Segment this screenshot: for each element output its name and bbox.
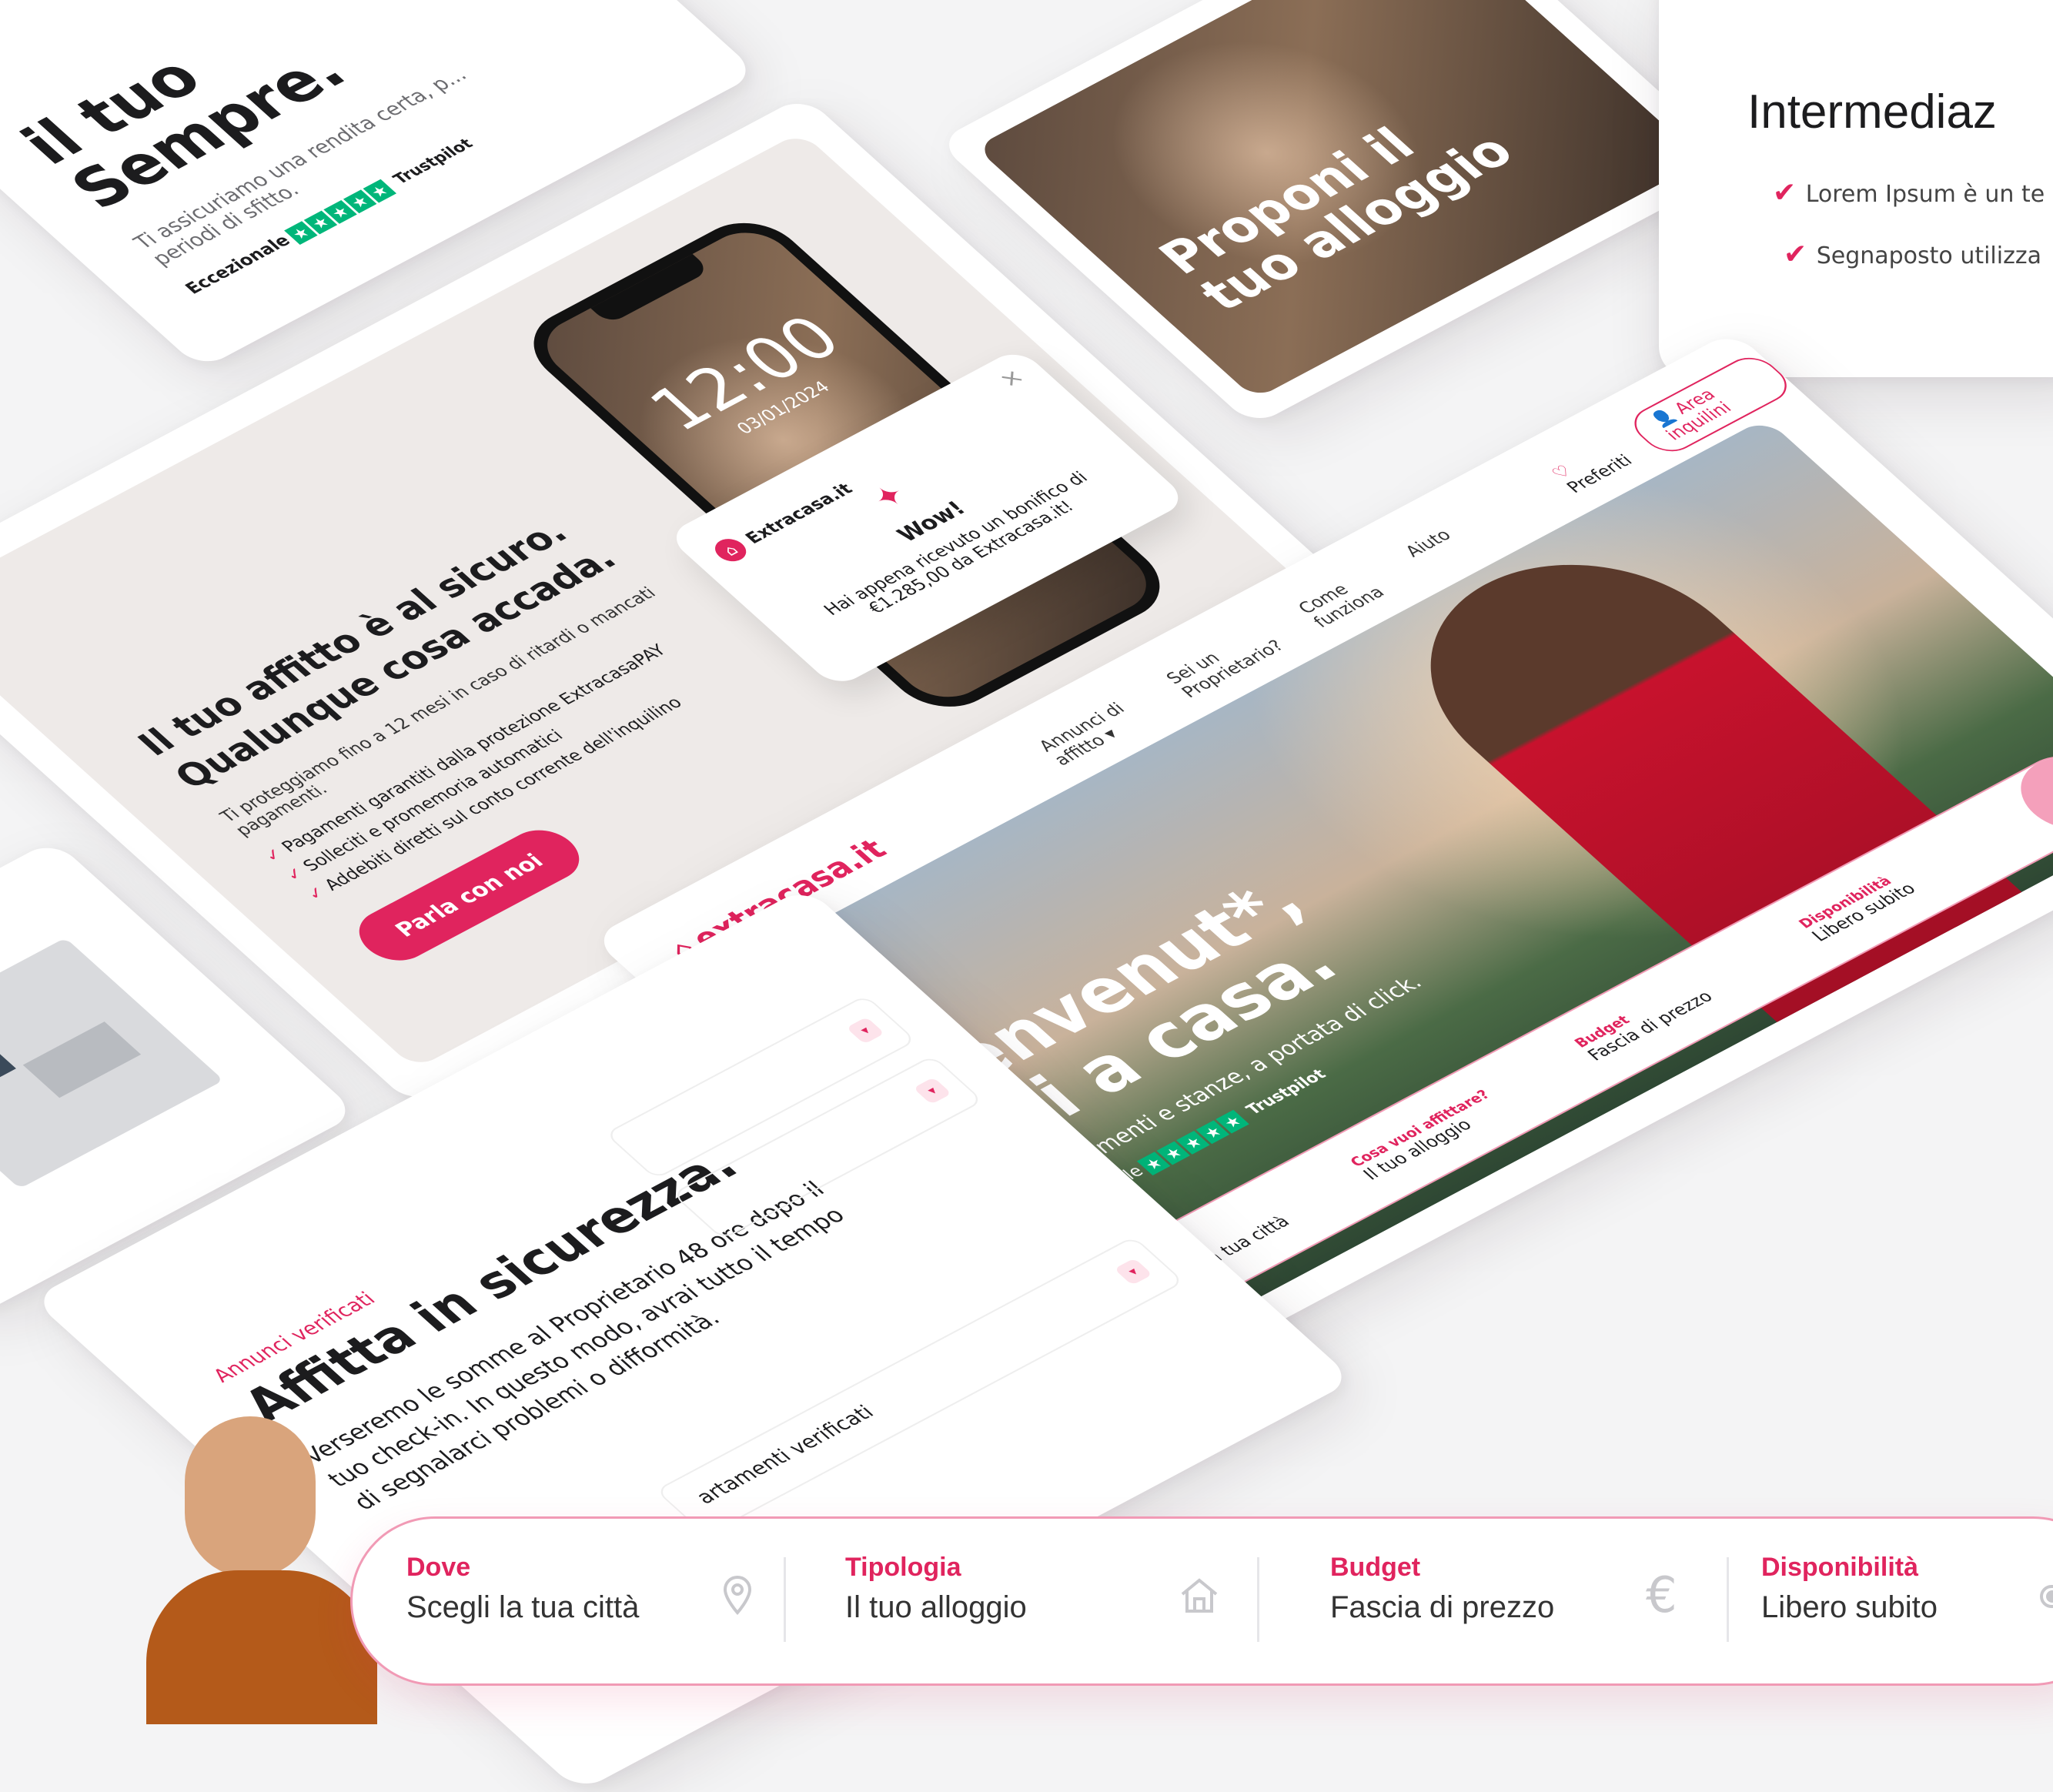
hero-search-label: Cosa vuoi affittare? — [1346, 1087, 1494, 1170]
search-segment-budget[interactable]: Budget Fascia di prezzo — [1330, 1553, 1554, 1625]
notification-app-name: Extracasa.it — [741, 480, 858, 547]
search-divider — [1727, 1557, 1729, 1642]
house-icon — [1176, 1573, 1222, 1619]
sweater — [146, 1570, 377, 1724]
search-divider — [1257, 1557, 1259, 1642]
search-budget-value: Fascia di prezzo — [1330, 1590, 1555, 1624]
hero-search-value: Il tuo alloggio — [1359, 1115, 1476, 1184]
face — [185, 1416, 316, 1578]
search-segment-availability[interactable]: Disponibilità Libero subito — [1761, 1553, 1938, 1625]
check-icon: ✔ — [1773, 177, 1806, 209]
intermediation-item: ✔ Segnaposto utilizza — [1784, 239, 2041, 270]
card-intermediation: Intermediaz ✔ Lorem Ipsum è un te ✔ Segn… — [1659, 0, 2053, 377]
chevron-down-icon: ▾ — [913, 1077, 952, 1105]
search-type-value: Il tuo alloggio — [845, 1590, 1027, 1624]
search-availability-value: Libero subito — [1761, 1590, 1938, 1624]
search-bar: Dove Scegli la tua città Tipologia Il tu… — [350, 1516, 2053, 1686]
chevron-down-icon: ▾ — [846, 1017, 885, 1045]
map-illustration — [0, 938, 224, 1189]
check-icon: ✔ — [1784, 239, 1817, 270]
search-type-label: Tipologia — [845, 1553, 961, 1582]
euro-icon: € — [1646, 1567, 1677, 1624]
notification-close-button[interactable]: × — [992, 364, 1031, 393]
nav-help[interactable]: Aiuto — [1402, 527, 1471, 574]
party-icon: ✦ — [864, 478, 915, 516]
search-segment-where[interactable]: Dove Scegli la tua città — [406, 1553, 639, 1625]
search-where-value: Scegli la tua città — [406, 1590, 640, 1624]
search-budget-label: Budget — [1330, 1553, 1421, 1582]
propose-photo: Proponi il tuo alloggio — [975, 0, 1704, 400]
chevron-down-icon: ▾ — [1114, 1258, 1153, 1285]
intermediation-item-label: Lorem Ipsum è un te — [1805, 181, 2045, 208]
toggle-icon[interactable] — [2038, 1573, 2053, 1619]
location-pin-icon — [714, 1573, 761, 1619]
propose-title: Proponi il tuo alloggio — [1147, 119, 1526, 322]
search-segment-type[interactable]: Tipologia Il tuo alloggio — [845, 1553, 1027, 1625]
intermediation-item-label: Segnaposto utilizza — [1816, 242, 2041, 269]
hero-search-type[interactable]: Cosa vuoi affittare? Il tuo alloggio — [1346, 1039, 1600, 1184]
search-availability-label: Disponibilità — [1761, 1553, 1918, 1582]
phone-notch — [590, 253, 711, 325]
extracasa-logo-icon: ⌂ — [708, 534, 753, 566]
intermediation-title: Intermediaz — [1747, 85, 1997, 139]
search-divider — [784, 1557, 786, 1642]
favorites-link[interactable]: ♡ Preferiti — [1548, 436, 1640, 496]
accordion-label: artamenti verificati — [691, 1401, 880, 1509]
search-where-label: Dove — [406, 1553, 471, 1582]
map-block — [0, 1025, 16, 1098]
hero-search-budget[interactable]: Budget Fascia di prezzo — [1571, 920, 1824, 1064]
intermediation-item: ✔ Lorem Ipsum è un te — [1773, 177, 2045, 209]
map-block — [22, 1021, 142, 1098]
